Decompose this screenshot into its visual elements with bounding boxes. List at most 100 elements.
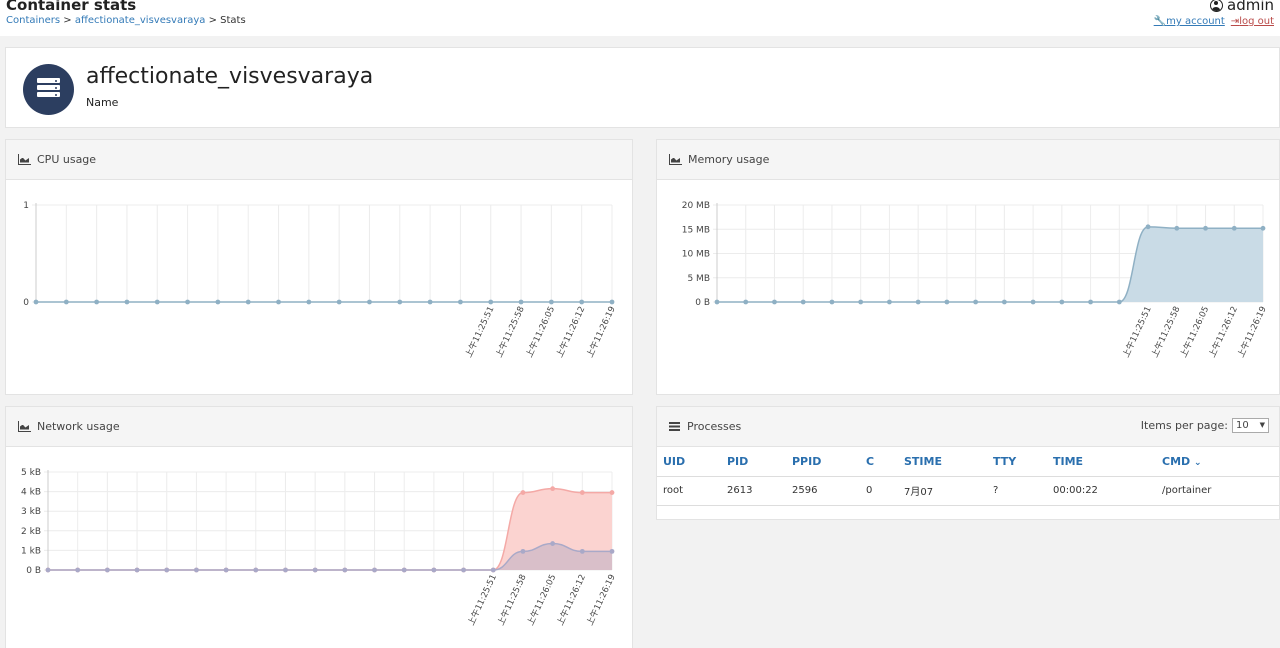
breadcrumb-containers-link[interactable]: Containers <box>6 15 60 26</box>
data-point <box>579 490 585 495</box>
y-tick-label: 10 MB <box>682 250 710 260</box>
y-tick-label: 1 <box>23 201 29 211</box>
wrench-icon: 🔧 <box>1153 16 1167 27</box>
account-links: 🔧my account ⇥log out <box>1154 16 1274 27</box>
data-point <box>858 299 864 305</box>
y-tick-label: 3 kB <box>21 507 41 517</box>
data-point <box>63 299 69 305</box>
items-per-page-select[interactable]: 10 <box>1232 418 1269 433</box>
data-point <box>245 299 251 305</box>
area-chart-icon <box>669 153 682 165</box>
data-point <box>336 299 342 305</box>
data-point <box>609 490 615 495</box>
column-header-sorted[interactable]: CMD ⌄ <box>1156 447 1279 477</box>
list-icon <box>669 422 680 431</box>
cpu-chart-svg: 01上午11:25:51上午11:25:58上午11:26:05上午11:26:… <box>23 201 617 360</box>
breadcrumb-container-link[interactable]: affectionate_visvesvaraya <box>75 15 206 26</box>
memory-usage-panel: Memory usage 0 B 5 MB 10 MB 15 MB 20 MB 上午11:… <box>656 139 1280 395</box>
data-point <box>372 567 377 573</box>
data-point <box>1260 225 1266 231</box>
x-tick-label: 上午11:26:12 <box>1207 305 1240 360</box>
container-name-panel: affectionate_visvesvaraya Name <box>5 47 1280 128</box>
breadcrumb: Containers > affectionate_visvesvaraya >… <box>6 15 246 26</box>
data-point <box>518 299 524 305</box>
container-name: affectionate_visvesvaraya <box>86 64 374 89</box>
data-point <box>283 567 288 573</box>
table-row: root 2613 2596 0 7月07 ? 00:00:22 /portai… <box>657 476 1279 506</box>
breadcrumb-current: Stats <box>220 15 246 26</box>
y-tick-label: 5 kB <box>21 468 41 478</box>
x-tick-label: 上午11:26:19 <box>1235 305 1268 360</box>
data-point <box>579 299 585 305</box>
data-point <box>973 299 979 305</box>
items-per-page: Items per page: 10 <box>1141 418 1269 433</box>
server-icon <box>23 64 74 115</box>
data-point <box>401 567 407 573</box>
column-header[interactable]: C <box>860 447 898 477</box>
panel-title: Network usage <box>37 420 120 433</box>
data-point <box>397 299 403 305</box>
my-account-link[interactable]: 🔧my account <box>1154 16 1225 27</box>
processes-panel: Processes Items per page: 10 UID PID PPI… <box>656 406 1280 520</box>
my-account-label: my account <box>1166 16 1225 27</box>
data-point <box>306 299 312 305</box>
data-point <box>94 299 100 305</box>
data-point <box>75 567 81 573</box>
x-tick-label: 上午11:25:58 <box>1149 305 1182 360</box>
column-header[interactable]: STIME <box>898 447 987 477</box>
data-point <box>887 299 892 305</box>
data-point <box>1116 299 1122 305</box>
container-name-label: Name <box>86 96 119 109</box>
x-tick-label: 上午11:25:58 <box>493 305 526 360</box>
top-bar: Container stats Containers > affectionat… <box>0 0 1280 36</box>
panel-header: Memory usage <box>657 140 1279 180</box>
cell-time: 00:00:22 <box>1047 476 1156 506</box>
y-tick-label: 2 kB <box>21 527 41 537</box>
data-point <box>194 567 199 573</box>
data-point <box>185 299 190 305</box>
memory-chart-svg: 0 B 5 MB 10 MB 15 MB 20 MB 上午11:25:51上午11:25:… <box>682 201 1269 360</box>
column-header[interactable]: TTY <box>987 447 1047 477</box>
y-tick-label: 0 <box>23 298 29 308</box>
data-point <box>944 299 950 305</box>
data-point <box>488 299 494 305</box>
data-point <box>609 299 615 305</box>
breadcrumb-separator: > <box>63 15 72 26</box>
column-header[interactable]: TIME <box>1047 447 1156 477</box>
data-point <box>579 548 585 554</box>
data-point <box>520 490 526 495</box>
column-header[interactable]: UID <box>657 447 721 477</box>
data-point <box>154 299 160 305</box>
data-point <box>215 299 221 305</box>
data-point <box>490 567 496 573</box>
column-header[interactable]: PPID <box>786 447 860 477</box>
network-usage-panel: Network usage 0 B 1 kB 2 kB 3 kB 4 kB 5 kB 上午1… <box>5 406 633 648</box>
items-per-page-label: Items per page: <box>1140 419 1228 432</box>
cell-pid: 2613 <box>721 476 786 506</box>
column-header[interactable]: PID <box>721 447 786 477</box>
data-point <box>772 299 777 305</box>
data-point <box>164 567 170 573</box>
table-header-row: UID PID PPID C STIME TTY TIME CMD ⌄ <box>657 447 1279 477</box>
data-point <box>1174 225 1180 231</box>
data-point <box>33 299 39 305</box>
cpu-usage-panel: CPU usage 0 1 上午11:25:51 上午11:25:58 上午11:26:… <box>5 139 633 395</box>
data-point <box>223 567 229 573</box>
x-tick-label: 上午11:26:12 <box>554 305 587 360</box>
data-point <box>104 567 110 573</box>
cell-cmd: /portainer <box>1156 476 1279 506</box>
area-chart-icon <box>18 153 31 165</box>
data-point <box>550 486 556 492</box>
cpu-chart: 0 1 上午11:25:51 上午11:25:58 上午11:26:05 上午11:26:… <box>6 180 632 398</box>
data-point <box>548 299 554 305</box>
log-out-link[interactable]: ⇥log out <box>1231 16 1274 27</box>
x-tick-label: 上午11:26:19 <box>584 573 617 628</box>
data-point <box>520 548 526 554</box>
series-area <box>717 226 1263 302</box>
data-point <box>431 567 437 573</box>
area-chart-icon <box>18 420 31 432</box>
data-point <box>253 567 259 573</box>
x-tick-label: 上午11:26:19 <box>584 305 617 360</box>
network-chart: 0 B 1 kB 2 kB 3 kB 4 kB 5 kB 上午11:25:51 上午11:25… <box>6 447 632 648</box>
x-tick-label: 上午11:25:51 <box>1120 305 1153 360</box>
